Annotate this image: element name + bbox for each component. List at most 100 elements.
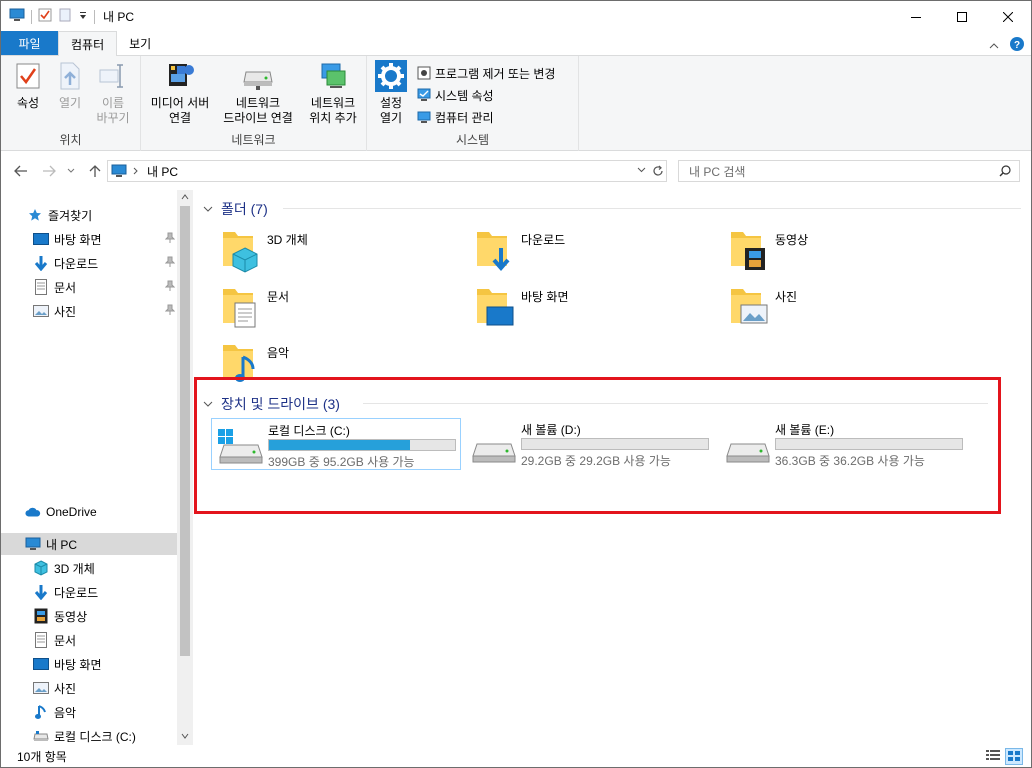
- maximize-button[interactable]: [939, 1, 985, 32]
- folder-desktop[interactable]: 바탕 화면: [475, 283, 725, 335]
- nav-label: 로컬 디스크 (C:): [54, 729, 136, 744]
- toolbar-separator: [94, 9, 95, 24]
- tab-file[interactable]: 파일: [1, 31, 58, 55]
- folder-documents[interactable]: 문서: [221, 283, 471, 335]
- nav-scrollbar[interactable]: [177, 190, 193, 745]
- network-location-icon: [317, 60, 349, 92]
- folder-pictures-icon: [729, 283, 769, 331]
- folder-videos[interactable]: 동영상: [729, 226, 979, 278]
- folders-section-header[interactable]: 폴더 (7): [203, 199, 268, 219]
- open-icon: [54, 60, 86, 92]
- refresh-button[interactable]: [649, 160, 667, 182]
- nav-label: 다운로드: [54, 256, 99, 271]
- section-divider: [283, 208, 1021, 209]
- nav-label: 동영상: [54, 609, 88, 624]
- nav-scrollbar-thumb[interactable]: [180, 206, 190, 656]
- window-controls: [893, 1, 1031, 32]
- new-folder-quick-icon[interactable]: [58, 8, 72, 25]
- search-input[interactable]: 내 PC 검색: [678, 160, 1020, 182]
- network-drive-icon: [242, 60, 274, 92]
- nav-pc-desktop[interactable]: 바탕 화면: [1, 653, 177, 675]
- navigation-pane: 즐겨찾기 바탕 화면 다운로드 문서 사진 OneDrive 내 PC 3D 개…: [1, 190, 193, 745]
- computer-management-button[interactable]: 컴퓨터 관리: [417, 106, 494, 128]
- nav-qa-documents[interactable]: 문서: [1, 276, 177, 298]
- uninstall-program-button[interactable]: 프로그램 제거 또는 변경: [417, 62, 555, 84]
- minimize-icon: [911, 16, 921, 18]
- map-network-drive-button[interactable]: 네트워크 드라이브 연결: [215, 60, 301, 126]
- add-network-location-button[interactable]: 네트워크 위치 추가: [303, 60, 363, 126]
- pin-icon[interactable]: [164, 256, 176, 271]
- system-properties-label: 시스템 속성: [435, 88, 494, 103]
- nav-qa-desktop[interactable]: 바탕 화면: [1, 228, 177, 250]
- forward-button[interactable]: [41, 163, 57, 179]
- ribbon-tabs: 파일 컴퓨터 보기 ?: [1, 31, 1031, 56]
- recent-locations-button[interactable]: [63, 163, 79, 179]
- chevron-down-icon[interactable]: [203, 206, 215, 212]
- pc-icon: [9, 8, 25, 25]
- group-label-network: 네트워크: [231, 133, 276, 147]
- back-button[interactable]: [13, 163, 29, 179]
- search-icon[interactable]: [999, 165, 1011, 177]
- music-note-icon: [33, 704, 49, 720]
- tiles-view-icon[interactable]: [1005, 748, 1023, 765]
- tab-computer[interactable]: 컴퓨터: [58, 31, 118, 56]
- folder-3d-objects[interactable]: 3D 개체: [221, 226, 471, 278]
- cube-3d-icon: [33, 560, 49, 576]
- view-toggle: [985, 748, 1023, 765]
- nav-pc-videos[interactable]: 동영상: [1, 605, 177, 627]
- network-location-label: 네트워크 위치 추가: [309, 96, 357, 125]
- nav-onedrive[interactable]: OneDrive: [1, 501, 177, 523]
- breadcrumb[interactable]: 내 PC: [147, 163, 178, 180]
- nav-qa-downloads[interactable]: 다운로드: [1, 252, 177, 274]
- nav-pc-pictures[interactable]: 사진: [1, 677, 177, 699]
- minimize-button[interactable]: [893, 1, 939, 32]
- nav-label: 사진: [54, 681, 77, 696]
- close-button[interactable]: [985, 1, 1031, 32]
- nav-pc-downloads[interactable]: 다운로드: [1, 581, 177, 603]
- nav-qa-pictures[interactable]: 사진: [1, 300, 177, 322]
- media-server-button[interactable]: 미디어 서버 연결: [145, 60, 215, 126]
- folder-video-icon: [729, 226, 769, 274]
- manage-label: 컴퓨터 관리: [435, 110, 494, 125]
- folder-name: 다운로드: [521, 233, 566, 247]
- map-drive-label: 네트워크 드라이브 연결: [223, 96, 293, 125]
- nav-pc-music[interactable]: 음악: [1, 701, 177, 723]
- pin-icon[interactable]: [164, 232, 176, 247]
- nav-this-pc[interactable]: 내 PC: [1, 533, 177, 555]
- customize-dropdown-icon[interactable]: [78, 10, 88, 24]
- group-label-system: 시스템: [455, 133, 490, 147]
- open-settings-button[interactable]: 설정 열기: [373, 60, 409, 126]
- open-button[interactable]: 열기: [53, 60, 87, 111]
- up-button[interactable]: [87, 163, 103, 179]
- folder-downloads[interactable]: 다운로드: [475, 226, 725, 278]
- status-bar: 10개 항목: [1, 745, 1031, 767]
- scroll-up-icon[interactable]: [181, 194, 189, 200]
- nav-pc-documents[interactable]: 문서: [1, 629, 177, 651]
- download-arrow-icon: [33, 255, 49, 271]
- nav-pc-local-disk[interactable]: 로컬 디스크 (C:): [1, 725, 177, 747]
- nav-quick-access[interactable]: 즐겨찾기: [1, 204, 177, 226]
- properties-button[interactable]: 속성: [9, 60, 47, 111]
- ribbon-group-network: 미디어 서버 연결 네트워크 드라이브 연결 네트워크 위치 추가 네트워크: [141, 56, 367, 151]
- properties-quick-icon[interactable]: [38, 8, 52, 25]
- breadcrumb-chevron-icon[interactable]: [133, 167, 139, 175]
- desktop-icon: [33, 656, 49, 672]
- download-arrow-icon: [33, 584, 49, 600]
- address-dropdown-icon[interactable]: [637, 167, 646, 173]
- pin-icon[interactable]: [164, 280, 176, 295]
- help-icon[interactable]: ?: [1009, 36, 1025, 55]
- system-properties-button[interactable]: 시스템 속성: [417, 84, 494, 106]
- details-view-icon[interactable]: [985, 748, 1001, 765]
- media-server-icon: [164, 60, 196, 92]
- rename-button[interactable]: 이름 바꾸기: [91, 60, 135, 126]
- forward-arrow-icon: [43, 165, 56, 177]
- up-arrow-icon: [89, 165, 101, 177]
- collapse-ribbon-icon[interactable]: [989, 39, 999, 53]
- nav-pc-3d-objects[interactable]: 3D 개체: [1, 557, 177, 579]
- nav-label: 문서: [54, 633, 77, 648]
- tab-view[interactable]: 보기: [117, 31, 163, 55]
- folder-pictures[interactable]: 사진: [729, 283, 979, 335]
- address-bar[interactable]: 내 PC: [107, 160, 667, 182]
- pin-icon[interactable]: [164, 304, 176, 319]
- scroll-down-icon[interactable]: [181, 733, 189, 739]
